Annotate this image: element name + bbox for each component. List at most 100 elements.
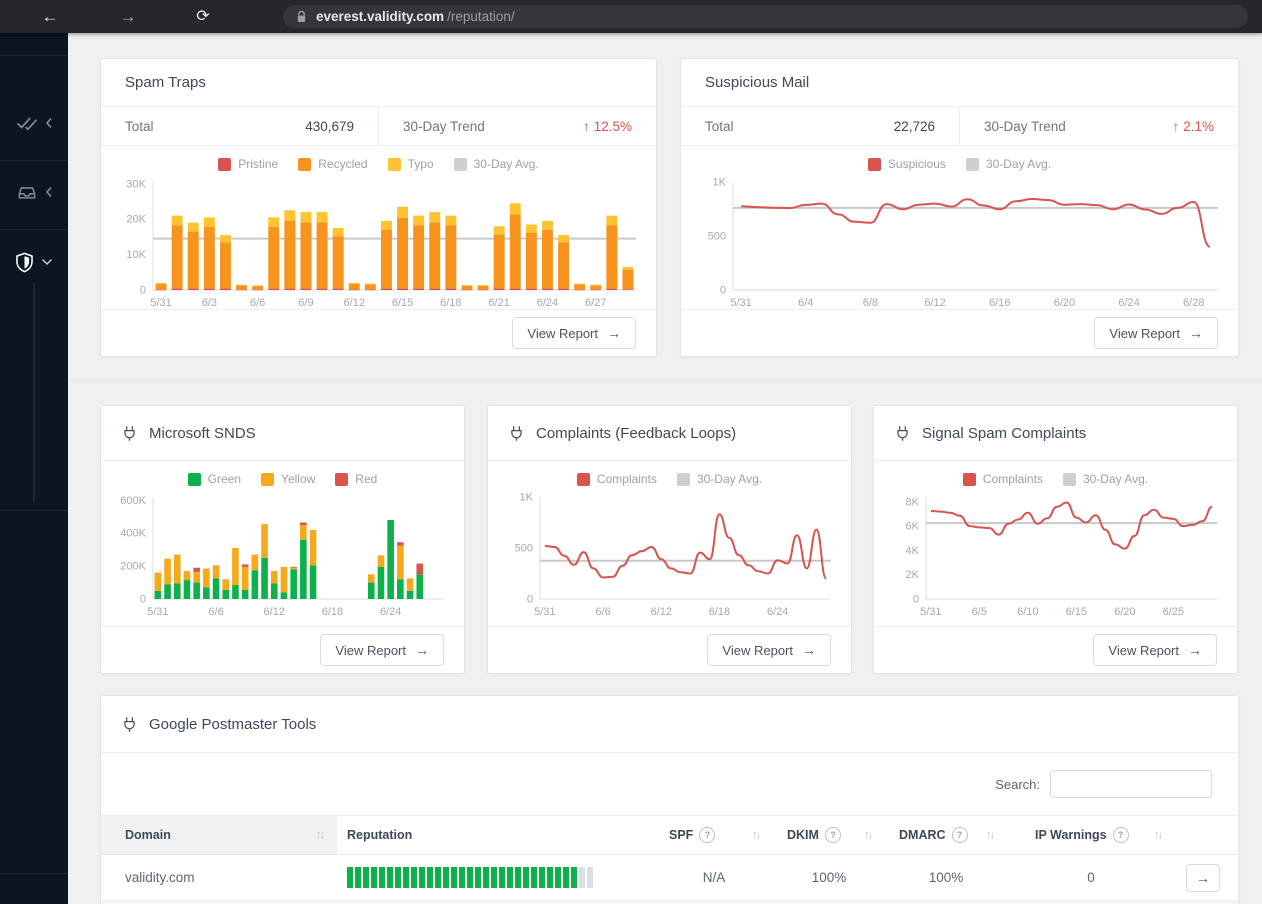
sort-icon[interactable]: ↑↓ (1154, 829, 1163, 841)
ip-warnings-cell: 0 (1087, 870, 1095, 885)
card-title: Signal Spam Complaints (874, 406, 1237, 461)
svg-text:6/27: 6/27 (585, 297, 606, 309)
sidebar-divider (0, 55, 68, 56)
legend-swatch (261, 472, 275, 486)
sort-icon[interactable]: ↑↓ (752, 829, 761, 841)
svg-text:6/4: 6/4 (798, 297, 813, 309)
column-header-dkim[interactable]: DKIM? ↑↓ (773, 816, 885, 854)
stat-label: Total (125, 118, 154, 134)
section-divider (68, 380, 1262, 381)
help-icon[interactable]: ? (951, 827, 968, 843)
svg-text:6/18: 6/18 (322, 606, 343, 618)
card-signal-spam: Signal Spam Complaints Complaints 30-Day … (873, 405, 1238, 674)
svg-text:500: 500 (708, 231, 726, 243)
card-footer: View Report → (101, 309, 656, 356)
legend-swatch (676, 472, 690, 486)
arrow-right-icon: → (1196, 869, 1210, 886)
legend-swatch (218, 157, 232, 171)
svg-text:20K: 20K (126, 214, 146, 226)
svg-text:5/31: 5/31 (147, 606, 168, 618)
domain-cell: validity.com (125, 870, 195, 885)
view-report-button[interactable]: View Report → (320, 634, 444, 666)
browser-chrome: ← → ⟳ everest.validity.com /reputation/ (0, 0, 1262, 33)
legend-item: 30-Day Avg. (1062, 472, 1148, 486)
legend-swatch (335, 472, 349, 486)
chart-block: Complaints 30-Day Avg. 0 2K 4K 6K 8K 5/31 6/5 6/… (874, 461, 1237, 619)
legend-item: Complaints (962, 472, 1043, 486)
plug-icon (894, 425, 911, 442)
stat-value: 430,679 (305, 118, 354, 134)
card-footer: View Report → (681, 309, 1238, 356)
chart-legend: Complaints 30-Day Avg. (498, 469, 841, 489)
url-host: everest.validity.com (316, 9, 445, 24)
svg-text:6/12: 6/12 (344, 297, 365, 309)
svg-text:6/24: 6/24 (537, 297, 558, 309)
stat-value: 22,726 (893, 118, 935, 134)
card-complaints-fbl: Complaints (Feedback Loops) Complaints 30… (487, 405, 852, 674)
column-header-spf[interactable]: SPF? ↑↓ (655, 816, 773, 854)
column-header-dmarc[interactable]: DMARC? ↑↓ (885, 816, 1007, 854)
sidebar-item-inbox[interactable] (0, 174, 68, 210)
card-microsoft-snds: Microsoft SNDS Green Yellow Red 0 200K 400K 6… (100, 405, 465, 674)
plug-icon (508, 425, 525, 442)
arrow-right-icon: → (1189, 325, 1203, 341)
help-icon[interactable]: ? (699, 827, 716, 843)
legend-swatch (1062, 472, 1076, 486)
card-title: Spam Traps (101, 59, 656, 107)
column-header-ip-warnings[interactable]: IP Warnings? ↑↓ (1007, 816, 1175, 854)
view-report-button[interactable]: View Report → (512, 317, 636, 349)
sidebar-item-reputation[interactable] (0, 244, 68, 280)
svg-text:6/20: 6/20 (1114, 606, 1135, 618)
forward-icon[interactable]: → (113, 0, 143, 33)
sidebar-divider (0, 229, 68, 230)
legend-item: Green (187, 472, 241, 486)
arrow-right-icon: → (415, 642, 429, 658)
chart-legend: Green Yellow Red (111, 469, 454, 489)
inbox-tray-icon (16, 183, 38, 201)
main-content: Spam Traps Total 430,679 30-Day Trend ↑ … (68, 33, 1262, 904)
back-icon[interactable]: ← (35, 0, 65, 33)
view-report-button[interactable]: View Report → (1093, 634, 1217, 666)
legend-item: Typo (387, 157, 434, 171)
svg-text:6/21: 6/21 (488, 297, 509, 309)
help-icon[interactable]: ? (1112, 827, 1129, 843)
svg-text:6/16: 6/16 (989, 297, 1010, 309)
sort-icon[interactable]: ↑↓ (986, 829, 995, 841)
column-header-domain[interactable]: Domain ↑↓ (101, 816, 337, 854)
reload-icon[interactable]: ⟳ (188, 0, 218, 33)
stat-label: Total (705, 118, 734, 134)
svg-text:6/12: 6/12 (264, 606, 285, 618)
stat-label: 30-Day Trend (403, 118, 485, 134)
svg-text:6/12: 6/12 (924, 297, 945, 309)
chart-legend: Complaints 30-Day Avg. (884, 469, 1227, 489)
legend-swatch (453, 157, 467, 171)
legend-item: 30-Day Avg. (965, 157, 1051, 171)
sort-icon[interactable]: ↑↓ (864, 829, 873, 841)
svg-text:6/24: 6/24 (380, 606, 401, 618)
legend-item: Yellow (261, 472, 315, 486)
legend-swatch (962, 472, 976, 486)
svg-text:6/20: 6/20 (1054, 297, 1075, 309)
help-icon[interactable]: ? (824, 827, 841, 843)
chart-block: Pristine Recycled Typo 30-Day Avg. 0 10K 20K 3… (101, 146, 656, 310)
column-header-action (1175, 816, 1238, 854)
svg-text:6/25: 6/25 (1163, 606, 1184, 618)
view-report-button[interactable]: View Report → (1094, 317, 1218, 349)
svg-text:6/24: 6/24 (1118, 297, 1139, 309)
trend-up-icon: ↑ (1172, 118, 1180, 134)
plug-icon (121, 716, 138, 733)
svg-text:0: 0 (913, 594, 919, 606)
legend-swatch (965, 157, 979, 171)
legend-item: Pristine (218, 157, 278, 171)
view-report-button[interactable]: View Report → (707, 634, 831, 666)
svg-text:6/18: 6/18 (709, 606, 730, 618)
address-bar[interactable]: everest.validity.com /reputation/ (283, 5, 1248, 28)
legend-swatch (187, 472, 201, 486)
dmarc-cell: 100% (928, 870, 964, 885)
svg-text:6/24: 6/24 (767, 606, 788, 618)
row-detail-button[interactable]: → (1186, 863, 1220, 892)
sidebar-item-checks[interactable] (0, 105, 68, 141)
chart-block: Suspicious 30-Day Avg. 0 500 1K 5/31 6/4 6/8 6/… (681, 146, 1238, 310)
search-input[interactable] (1050, 770, 1212, 798)
sort-icon[interactable]: ↑↓ (316, 829, 325, 841)
